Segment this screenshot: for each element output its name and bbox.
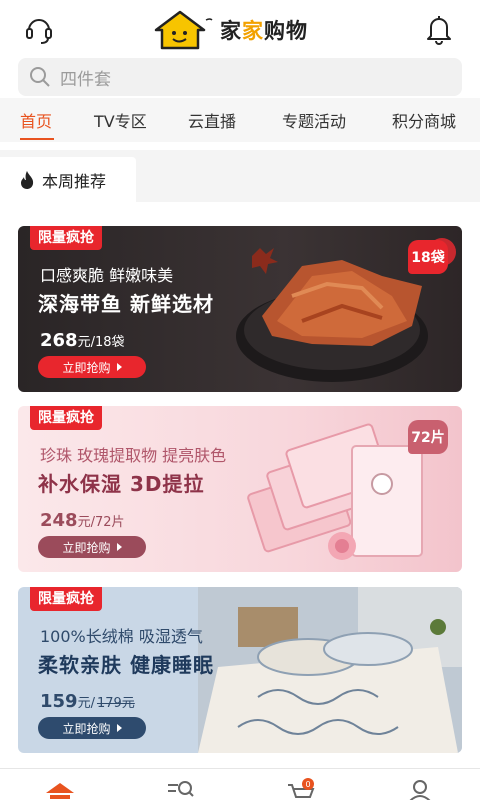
tab-live[interactable]: 云直播 bbox=[188, 108, 236, 132]
tab-points-mall[interactable]: 积分商城 bbox=[392, 108, 456, 132]
card-title: 柔软亲肤 健康睡眠 bbox=[38, 653, 214, 677]
bell-icon[interactable] bbox=[422, 12, 456, 46]
quantity-tag: 72片 bbox=[408, 420, 448, 454]
app-root: 家家购物 四件套 首页 TV专区 云直播 专题活动 积分商城 本周推荐 18袋 … bbox=[0, 0, 480, 800]
category-search-icon[interactable] bbox=[162, 777, 198, 800]
play-arrow-icon bbox=[116, 543, 122, 551]
card-title: 补水保湿 3D提拉 bbox=[38, 472, 205, 496]
tab-home[interactable]: 首页 bbox=[20, 108, 52, 132]
house-logo-icon bbox=[154, 10, 213, 50]
price-value: 248 bbox=[40, 510, 78, 531]
promo-card-mask[interactable]: 72片 限量疯抢 珍珠 玫瑰提取物 提亮肤色 补水保湿 3D提拉 248元/72… bbox=[18, 406, 462, 572]
buy-now-label: 立即抢购 bbox=[62, 540, 111, 555]
buy-now-button[interactable]: 立即抢购 bbox=[38, 536, 146, 558]
home-icon[interactable] bbox=[42, 777, 78, 800]
card-subtitle: 口感爽脆 鲜嫩味美 bbox=[40, 266, 174, 285]
card-title: 深海带鱼 新鲜选材 bbox=[38, 292, 214, 316]
buy-now-button[interactable]: 立即抢购 bbox=[38, 717, 146, 739]
headset-icon[interactable] bbox=[22, 12, 56, 46]
price-value: 159 bbox=[40, 691, 78, 712]
card-subtitle: 珍珠 玫瑰提取物 提亮肤色 bbox=[40, 446, 227, 465]
cart-count: 0 bbox=[305, 780, 310, 789]
bedding-product-image bbox=[198, 587, 462, 753]
original-price: 179元 bbox=[96, 696, 135, 711]
price-value: 268 bbox=[40, 330, 78, 351]
search-placeholder: 四件套 bbox=[60, 69, 111, 90]
play-arrow-icon bbox=[116, 724, 122, 732]
limited-badge: 限量疯抢 bbox=[30, 406, 102, 430]
price-label: 268元/18袋 bbox=[40, 330, 125, 351]
brand-logo: 家家购物 bbox=[152, 8, 308, 52]
limited-badge: 限量疯抢 bbox=[30, 587, 102, 611]
price-unit: 元/72片 bbox=[77, 515, 125, 530]
buy-now-label: 立即抢购 bbox=[62, 721, 111, 736]
buy-now-button[interactable]: 立即抢购 bbox=[38, 356, 146, 378]
play-arrow-icon bbox=[116, 363, 122, 371]
category-tabs: 首页 TV专区 云直播 专题活动 积分商城 bbox=[0, 98, 480, 142]
search-icon bbox=[30, 67, 50, 87]
section-title: 本周推荐 bbox=[42, 171, 107, 191]
promo-card-bedding[interactable]: 限量疯抢 100%长绒棉 吸湿透气 柔软亲肤 健康睡眠 159元/179元 立即… bbox=[18, 587, 462, 753]
search-input[interactable]: 四件套 bbox=[18, 58, 462, 96]
price-unit: 元/ bbox=[77, 696, 95, 711]
brand-name: 家家购物 bbox=[220, 19, 308, 43]
user-icon[interactable] bbox=[402, 777, 438, 800]
promo-card-fish[interactable]: 18袋 限量疯抢 口感爽脆 鲜嫩味美 深海带鱼 新鲜选材 268元/18袋 立即… bbox=[18, 226, 462, 392]
flame-icon bbox=[21, 170, 34, 189]
top-header: 家家购物 bbox=[0, 0, 480, 58]
tab-tv-zone[interactable]: TV专区 bbox=[94, 108, 147, 132]
quantity-tag: 18袋 bbox=[408, 240, 448, 274]
buy-now-label: 立即抢购 bbox=[62, 360, 111, 375]
card-subtitle: 100%长绒棉 吸湿透气 bbox=[40, 627, 203, 646]
bottom-nav: 0 bbox=[0, 768, 480, 800]
price-unit: 元/18袋 bbox=[77, 335, 125, 350]
price-label: 248元/72片 bbox=[40, 510, 125, 531]
tab-campaigns[interactable]: 专题活动 bbox=[282, 108, 346, 132]
price-label: 159元/179元 bbox=[40, 691, 135, 712]
section-tab-weekly[interactable]: 本周推荐 bbox=[0, 157, 136, 202]
limited-badge: 限量疯抢 bbox=[30, 226, 102, 250]
active-tab-indicator bbox=[20, 138, 54, 140]
cart-icon[interactable]: 0 bbox=[284, 777, 320, 800]
